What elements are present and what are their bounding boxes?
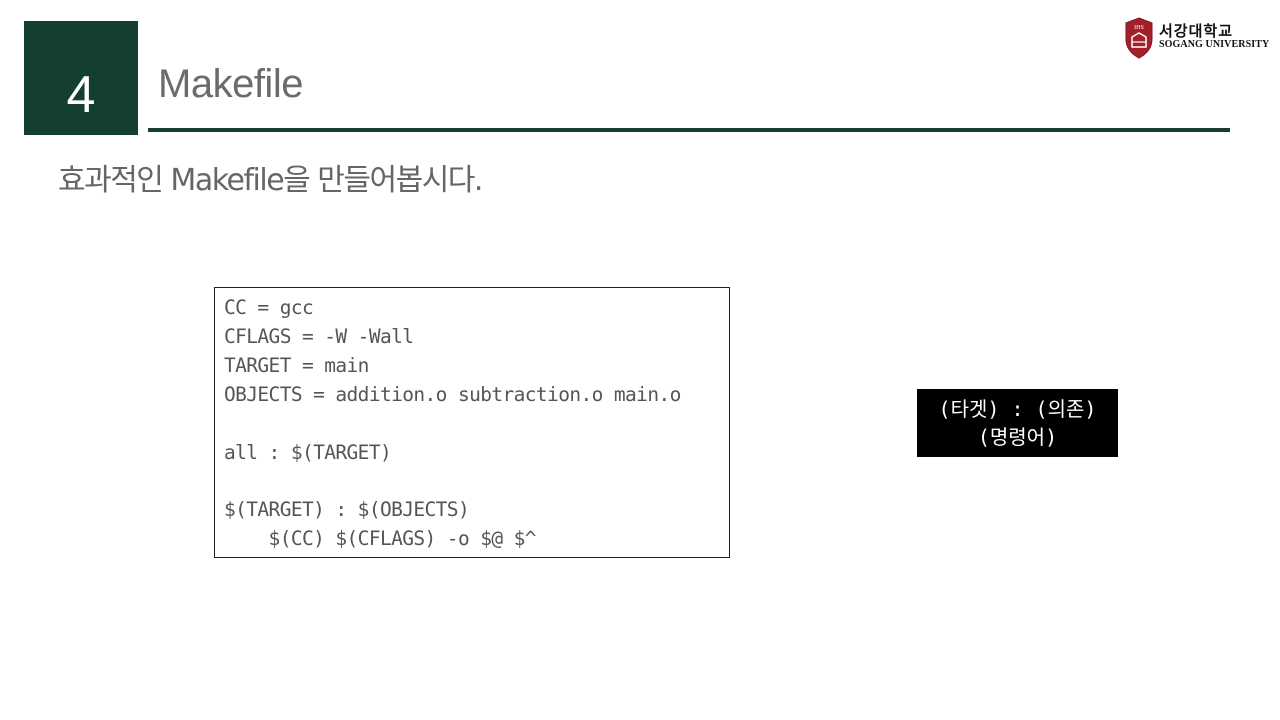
shield-label: IHS (1134, 25, 1144, 31)
logo-english-name: SOGANG UNIVERSITY (1159, 39, 1270, 50)
code-line: CFLAGS = -W -Wall (224, 324, 414, 348)
slide-title: Makefile (158, 62, 303, 106)
rule-syntax-note: (타겟) : (의존) (명령어) (917, 389, 1118, 457)
note-line-command: (명령어) (977, 425, 1058, 449)
logo-korean-name: 서강대학교 (1159, 22, 1234, 40)
title-divider (148, 128, 1230, 132)
university-logo: IHS 서강대학교 SOGANG UNIVERSITY (1124, 17, 1269, 61)
note-line-target-deps: (타겟) : (의존) (938, 397, 1097, 421)
code-line: TARGET = main (224, 353, 369, 377)
code-line: OBJECTS = addition.o subtraction.o main.… (224, 382, 681, 406)
code-line: $(TARGET) : $(OBJECTS) (224, 498, 470, 522)
code-line: all : $(TARGET) (224, 440, 392, 464)
code-block: CC = gcc CFLAGS = -W -Wall TARGET = main… (214, 287, 730, 558)
makefile-code: CC = gcc CFLAGS = -W -Wall TARGET = main… (215, 288, 729, 554)
slide-subtitle: 효과적인 Makefile을 만들어봅시다. (58, 163, 483, 198)
section-number: 4 (66, 66, 96, 124)
code-line: CC = gcc (224, 296, 314, 319)
section-number-box: 4 (24, 21, 138, 135)
code-line: $(CC) $(CFLAGS) -o $@ $^ (224, 527, 537, 551)
shield-icon: IHS (1125, 17, 1153, 59)
